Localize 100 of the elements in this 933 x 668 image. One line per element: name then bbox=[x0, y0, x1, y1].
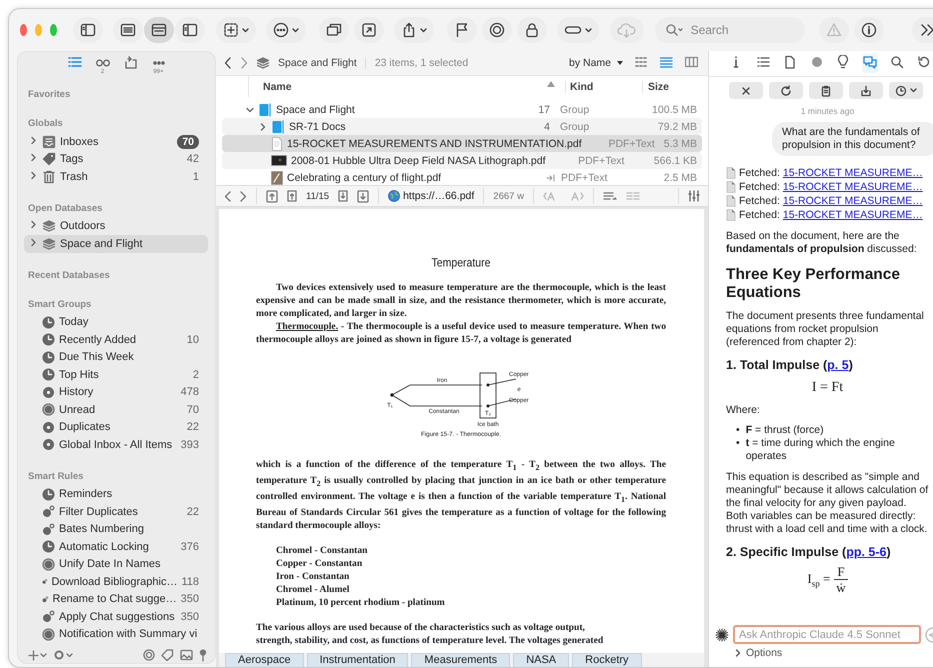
windows-icon bbox=[326, 22, 342, 38]
clock-icon bbox=[42, 350, 55, 364]
sidebar-item[interactable]: Recently Added 10 bbox=[24, 331, 208, 348]
sidebar-item[interactable]: Rename to Chat sugge… 350 bbox=[24, 590, 208, 608]
fraction-numerator: F bbox=[834, 564, 848, 580]
sidebar-item[interactable]: Space and Flight bbox=[24, 235, 208, 252]
tag[interactable]: Aerospace bbox=[225, 653, 304, 667]
back-icon bbox=[224, 57, 232, 69]
file-row[interactable]: SR-71 Docs 4 Group 79.2 MB bbox=[222, 118, 702, 135]
sidebar-item[interactable]: History 478 bbox=[24, 384, 208, 401]
sidebar-item[interactable]: Outdoors bbox=[24, 218, 208, 235]
view-mode-button[interactable] bbox=[174, 17, 205, 43]
list-item: Copper - Constantan bbox=[276, 556, 364, 570]
list-item: Iron - Constantan bbox=[276, 570, 350, 583]
save-button[interactable] bbox=[849, 82, 883, 99]
tag[interactable]: Measurements bbox=[411, 653, 510, 667]
sidebar-item[interactable]: Top Hits 2 bbox=[24, 366, 208, 384]
caret-icon bbox=[420, 28, 428, 32]
sparkle-icon bbox=[715, 628, 729, 642]
url-link[interactable]: https://…66.pdf bbox=[388, 190, 474, 202]
caret-icon bbox=[40, 652, 47, 658]
options-disclosure[interactable]: Options bbox=[735, 647, 782, 659]
copy-button[interactable] bbox=[809, 82, 843, 99]
view-mode-button[interactable] bbox=[112, 17, 143, 43]
database-stack-icon bbox=[256, 56, 270, 70]
split-view-icon bbox=[182, 22, 198, 38]
file-row[interactable]: 15-ROCKET MEASUREMENTS AND INSTRUMENTATION.pdf PDF+Text 5.3 MB bbox=[222, 135, 702, 152]
breadcrumb[interactable]: Space and Flight bbox=[278, 57, 357, 69]
file-row[interactable]: Celebrating a century of flight.pdf PDF+Text 2.5 MB bbox=[222, 169, 702, 186]
target-icon bbox=[143, 649, 155, 661]
document-link[interactable]: 15-ROCKET MEASUREME… bbox=[782, 180, 923, 194]
file-kind: PDF+Text bbox=[578, 154, 624, 166]
sidebar-item[interactable]: Download Bibliographic… 118 bbox=[24, 573, 208, 590]
file-row[interactable]: 2008-01 Hubble Ultra Deep Field NASA Lithograph.pdf PDF+Text 566.1 KB bbox=[222, 152, 702, 169]
chat-bubbles-icon bbox=[863, 55, 878, 69]
heading: 2. Specific Impulse (pp. 5-6) bbox=[726, 545, 892, 560]
search-field[interactable]: Search bbox=[654, 17, 805, 43]
sidebar-toggle-button[interactable] bbox=[73, 17, 104, 43]
sidebar-item[interactable]: Due This Week bbox=[24, 348, 208, 366]
lock-button[interactable] bbox=[517, 17, 548, 43]
sidebar-item[interactable]: Notification with Summary vi bbox=[24, 626, 208, 643]
chat-input[interactable]: Ask Anthropic Claude 4.5 Sonnet bbox=[733, 625, 921, 644]
sidebar-item[interactable]: Reminders bbox=[24, 486, 208, 503]
word-count: 2667 w bbox=[493, 190, 524, 202]
sidebar-item[interactable]: Unread 70 bbox=[24, 401, 208, 418]
document-link[interactable]: 15-ROCKET MEASUREME… bbox=[782, 194, 923, 208]
grid-view-icon bbox=[635, 56, 648, 68]
inspector-tab[interactable] bbox=[862, 54, 878, 73]
more-tools-button[interactable] bbox=[912, 17, 933, 43]
circle-icon bbox=[42, 558, 55, 571]
page-link[interactable]: p. 5 bbox=[827, 358, 849, 372]
sidebar-item[interactable]: Duplicates 22 bbox=[24, 418, 208, 436]
fetched-label: Fetched: bbox=[739, 194, 780, 208]
clear-button[interactable] bbox=[729, 82, 763, 99]
sidebar-item[interactable]: Inboxes 70 bbox=[24, 133, 208, 150]
sidebar-item[interactable]: Unify Date In Names bbox=[24, 556, 208, 573]
more-button[interactable] bbox=[266, 17, 306, 43]
sort-menu[interactable]: by Name bbox=[566, 57, 625, 69]
sidebar-item[interactable]: Global Inbox - All Items 393 bbox=[24, 436, 208, 454]
chevron-icon bbox=[259, 122, 267, 130]
sidebar-item[interactable]: Bates Numbering bbox=[24, 520, 208, 538]
tag[interactable]: NASA bbox=[513, 653, 570, 667]
list-arrow-icon bbox=[602, 191, 617, 201]
sidebar-item[interactable]: Filter Duplicates 22 bbox=[24, 503, 208, 520]
page-link[interactable]: pp. 5-6 bbox=[846, 545, 886, 559]
tag[interactable]: Instrumentation bbox=[306, 653, 408, 667]
image-icon bbox=[180, 649, 193, 661]
document-link[interactable]: 15-ROCKET MEASUREME… bbox=[782, 208, 923, 222]
view-mode-button[interactable] bbox=[144, 17, 174, 43]
add-button[interactable] bbox=[216, 17, 256, 43]
section-heading: Smart Rules bbox=[28, 470, 84, 482]
sidebar-item[interactable]: Apply Chat suggestions 350 bbox=[24, 608, 208, 626]
sidebar-item[interactable]: Automatic Locking 376 bbox=[24, 538, 208, 556]
mark-button[interactable] bbox=[482, 17, 512, 43]
close-window-button[interactable] bbox=[20, 24, 28, 36]
ellipsis-circle-icon bbox=[273, 22, 290, 38]
retry-button[interactable] bbox=[769, 82, 803, 99]
tag[interactable]: Rocketry bbox=[572, 653, 642, 667]
search-icon bbox=[890, 55, 904, 69]
share-button[interactable] bbox=[394, 17, 434, 43]
document-icon bbox=[726, 167, 736, 179]
label-button[interactable] bbox=[556, 17, 599, 43]
action-button[interactable] bbox=[53, 649, 73, 661]
new-window-button[interactable] bbox=[319, 17, 350, 43]
folder-icon bbox=[271, 120, 285, 134]
file-row[interactable]: Space and Flight 17 Group 100.5 MB bbox=[222, 101, 702, 118]
sidebar-item[interactable]: Tags 42 bbox=[24, 150, 208, 168]
flag-button[interactable] bbox=[447, 17, 478, 43]
info-button[interactable] bbox=[854, 17, 884, 43]
save-tray-icon bbox=[860, 84, 872, 96]
chevron-icon bbox=[735, 649, 741, 657]
open-external-button[interactable] bbox=[354, 17, 384, 43]
column-header[interactable]: Name bbox=[263, 80, 292, 92]
document-link[interactable]: 15-ROCKET MEASUREME… bbox=[782, 166, 923, 180]
columns-view-icon bbox=[685, 56, 698, 68]
section-heading: Globals bbox=[28, 118, 64, 130]
column-header[interactable]: Kind bbox=[565, 80, 642, 92]
sidebar-item[interactable]: Trash 1 bbox=[24, 168, 208, 186]
sidebar-item[interactable]: Today bbox=[24, 314, 208, 331]
history-button[interactable] bbox=[889, 82, 923, 99]
